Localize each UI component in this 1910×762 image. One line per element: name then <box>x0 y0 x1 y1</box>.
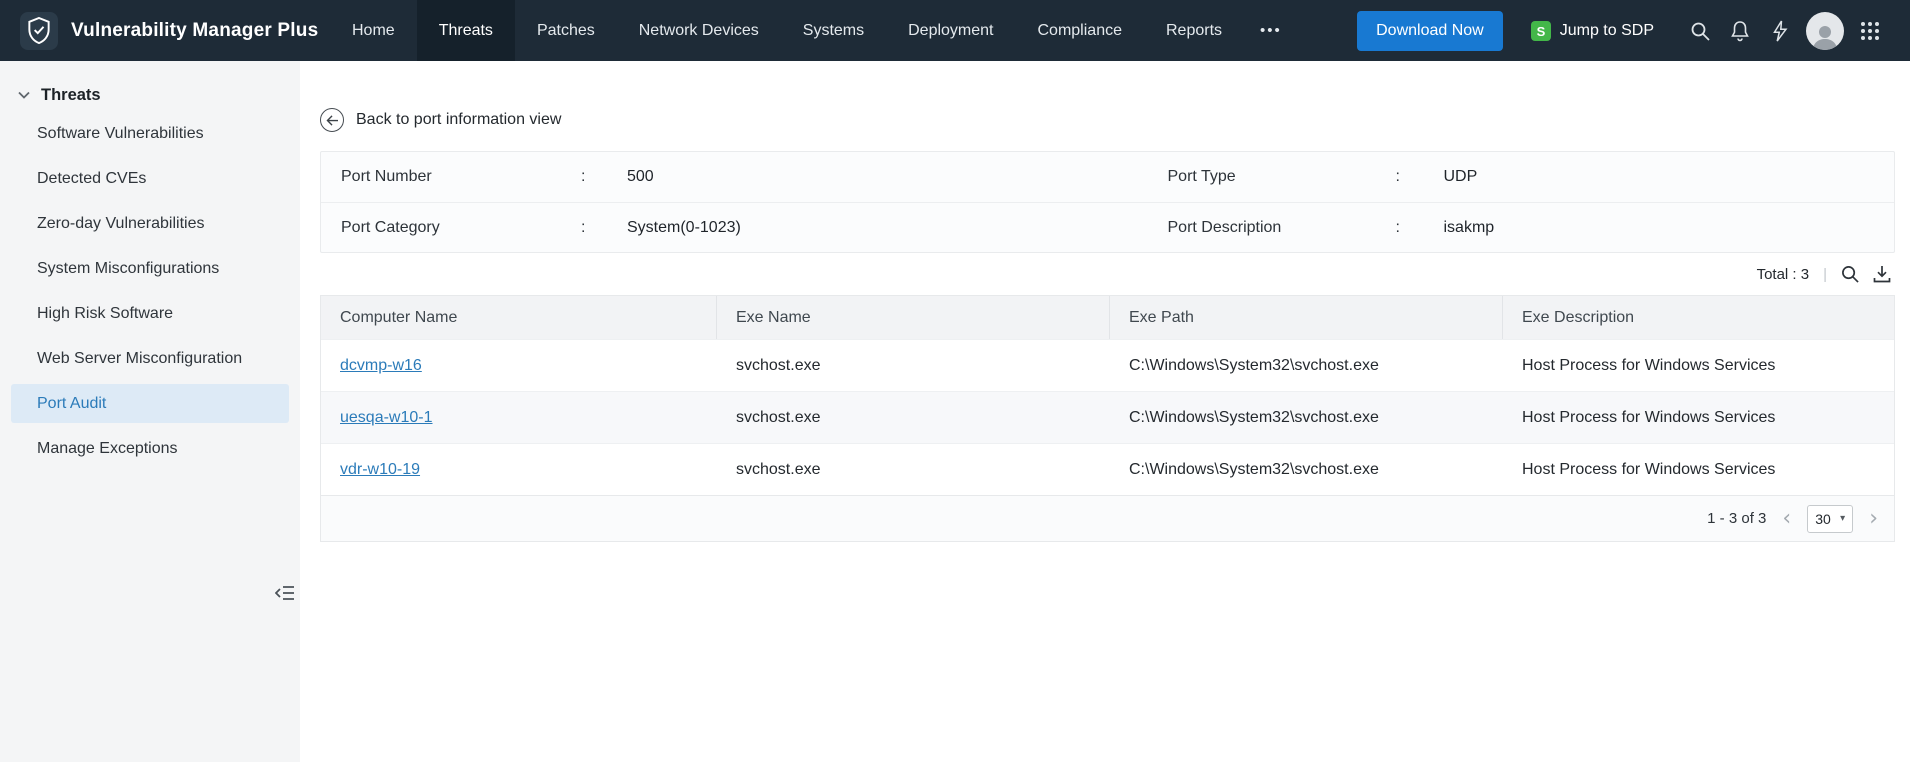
computer-name-link[interactable]: uesqa-w10-1 <box>340 409 433 426</box>
exe-description-cell: Host Process for Windows Services <box>1522 356 1776 374</box>
brand-name: Vulnerability Manager Plus <box>71 19 319 41</box>
field-port-type: Port Type : UDP <box>1108 168 1895 186</box>
field-label: Port Number <box>341 168 432 185</box>
pagination-prev-icon[interactable]: ‹ <box>1778 507 1795 530</box>
exe-name-cell: svchost.exe <box>736 408 821 426</box>
column-header-exe-path[interactable]: Exe Path <box>1110 296 1503 339</box>
chevron-down-icon <box>18 91 30 99</box>
field-port-number: Port Number : 500 <box>321 168 1108 186</box>
total-count-label: Total : 3 <box>1756 265 1810 283</box>
field-label: Port Description <box>1167 218 1282 236</box>
back-link[interactable]: Back to port information view <box>320 108 561 132</box>
shield-logo-icon <box>20 11 58 50</box>
export-download-icon[interactable] <box>1873 265 1891 283</box>
nav-item-compliance[interactable]: Compliance <box>1016 0 1144 61</box>
navbar-right: Download Now S Jump to SDP <box>1357 0 1910 61</box>
sdp-icon: S <box>1530 20 1551 41</box>
sidebar-item-system-misconfigurations[interactable]: System Misconfigurations <box>11 249 289 288</box>
table-row: vdr-w10-19 svchost.exe C:\Windows\System… <box>321 443 1894 495</box>
sidebar: Threats Software Vulnerabilities Detecte… <box>0 61 300 762</box>
download-now-button[interactable]: Download Now <box>1357 10 1503 51</box>
field-colon: : <box>1395 168 1400 185</box>
exe-description-cell: Host Process for Windows Services <box>1522 460 1776 478</box>
field-port-category: Port Category : System(0-1023) <box>321 219 1108 237</box>
sidebar-item-zero-day-vulnerabilities[interactable]: Zero-day Vulnerabilities <box>11 204 289 243</box>
jump-to-sdp[interactable]: S Jump to SDP <box>1530 20 1654 41</box>
field-value: System(0-1023) <box>627 218 741 236</box>
quick-actions-bolt-icon[interactable] <box>1760 11 1800 51</box>
sidebar-section-label: Threats <box>41 85 101 104</box>
sidebar-item-manage-exceptions[interactable]: Manage Exceptions <box>11 429 289 468</box>
exe-name-cell: svchost.exe <box>736 356 821 374</box>
table-header: Computer Name Exe Name Exe Path Exe Desc… <box>321 296 1894 339</box>
exe-description-cell: Host Process for Windows Services <box>1522 408 1776 426</box>
field-value: 500 <box>627 168 654 185</box>
nav-item-home[interactable]: Home <box>330 0 417 61</box>
table-toolbar: Total : 3 | <box>320 253 1895 295</box>
page-layout: Threats Software Vulnerabilities Detecte… <box>0 61 1910 762</box>
column-header-exe-description[interactable]: Exe Description <box>1503 296 1894 339</box>
table-row: dcvmp-w16 svchost.exe C:\Windows\System3… <box>321 339 1894 391</box>
field-label: Port Type <box>1167 168 1236 185</box>
page-size-select[interactable]: 30 ▾ <box>1807 504 1854 533</box>
sidebar-collapse-icon[interactable] <box>268 577 302 609</box>
nav-item-network-devices[interactable]: Network Devices <box>617 0 781 61</box>
select-caret-icon: ▾ <box>1840 513 1846 524</box>
nav-item-threats[interactable]: Threats <box>416 0 515 61</box>
toolbar-separator: | <box>1823 265 1827 283</box>
field-value: UDP <box>1443 168 1478 185</box>
computer-name-link[interactable]: dcvmp-w16 <box>340 357 422 374</box>
user-avatar[interactable] <box>1806 11 1844 50</box>
main-content: Back to port information view Port Numbe… <box>300 61 1910 762</box>
back-link-label: Back to port information view <box>356 111 562 128</box>
port-info-panel: Port Number : 500 Port Type : UDP Port C… <box>320 151 1895 253</box>
main-nav: Home Threats Patches Network Devices Sys… <box>330 0 1298 61</box>
sidebar-item-port-audit[interactable]: Port Audit <box>11 384 289 423</box>
exe-path-cell: C:\Windows\System32\svchost.exe <box>1129 408 1379 426</box>
exe-path-cell: C:\Windows\System32\svchost.exe <box>1129 460 1379 478</box>
top-navbar: Vulnerability Manager Plus Home Threats … <box>0 0 1910 61</box>
nav-item-reports[interactable]: Reports <box>1144 0 1244 61</box>
back-arrow-icon <box>320 108 344 132</box>
svg-text:S: S <box>1536 24 1545 39</box>
jump-to-sdp-label: Jump to SDP <box>1559 21 1654 39</box>
computer-name-link[interactable]: vdr-w10-19 <box>340 461 420 478</box>
field-value: isakmp <box>1443 218 1495 236</box>
sidebar-section-threats[interactable]: Threats <box>0 76 300 114</box>
sidebar-item-software-vulnerabilities[interactable]: Software Vulnerabilities <box>11 114 289 153</box>
field-colon: : <box>1395 218 1400 236</box>
search-icon[interactable] <box>1680 11 1720 51</box>
exe-name-cell: svchost.exe <box>736 460 821 478</box>
exe-path-cell: C:\Windows\System32\svchost.exe <box>1129 356 1379 374</box>
nav-item-deployment[interactable]: Deployment <box>886 0 1015 61</box>
column-header-exe-name[interactable]: Exe Name <box>717 296 1110 339</box>
brand[interactable]: Vulnerability Manager Plus <box>0 0 330 61</box>
field-colon: : <box>581 168 586 185</box>
column-header-computer-name[interactable]: Computer Name <box>321 296 717 339</box>
nav-item-patches[interactable]: Patches <box>515 0 617 61</box>
sidebar-item-web-server-misconfiguration[interactable]: Web Server Misconfiguration <box>11 339 289 378</box>
table-search-icon[interactable] <box>1841 265 1859 283</box>
field-colon: : <box>581 218 586 236</box>
nav-item-systems[interactable]: Systems <box>781 0 886 61</box>
pagination-range: 1 - 3 of 3 <box>1707 510 1767 527</box>
sidebar-item-high-risk-software[interactable]: High Risk Software <box>11 294 289 333</box>
pagination-next-icon[interactable]: › <box>1865 507 1882 530</box>
sidebar-item-detected-cves[interactable]: Detected CVEs <box>11 159 289 198</box>
field-label: Port Category <box>341 218 440 236</box>
nav-more-menu[interactable]: ••• <box>1244 0 1298 61</box>
apps-grid-icon[interactable] <box>1850 11 1890 51</box>
notifications-bell-icon[interactable] <box>1720 11 1760 51</box>
page-size-value: 30 <box>1815 510 1831 527</box>
port-info-row: Port Number : 500 Port Type : UDP <box>321 152 1894 202</box>
field-port-description: Port Description : isakmp <box>1108 219 1895 237</box>
table-footer: 1 - 3 of 3 ‹ 30 ▾ › <box>321 495 1894 541</box>
port-processes-table: Computer Name Exe Name Exe Path Exe Desc… <box>320 295 1895 542</box>
table-row: uesqa-w10-1 svchost.exe C:\Windows\Syste… <box>321 391 1894 443</box>
port-info-row: Port Category : System(0-1023) Port Desc… <box>321 202 1894 252</box>
